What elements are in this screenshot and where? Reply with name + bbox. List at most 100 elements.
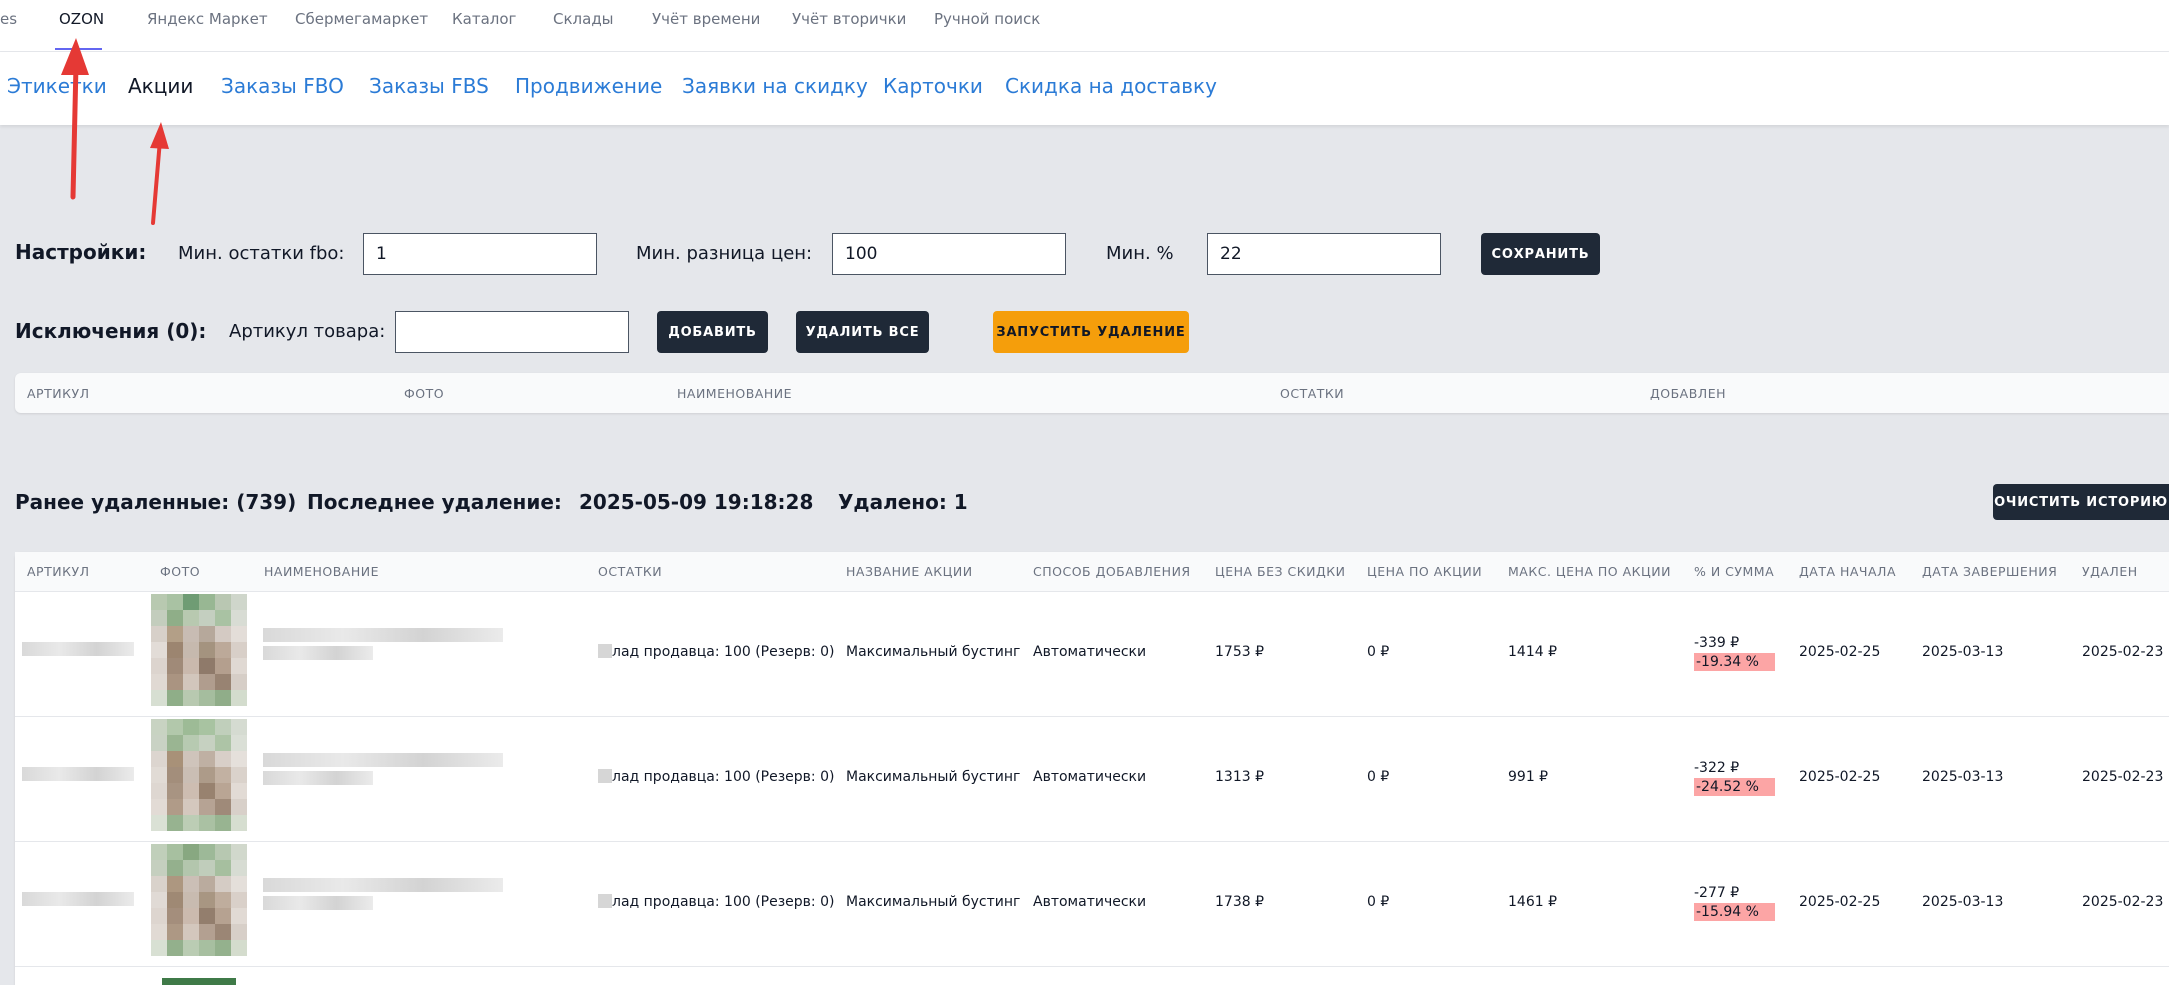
product-name-blurred — [263, 628, 503, 642]
removed-count: Удалено: 1 — [838, 490, 968, 514]
table-row: лад продавца: 100 (Резерв: 0) Максимальн… — [15, 842, 2169, 967]
end-date: 2025-03-13 — [1922, 769, 2004, 785]
stock-value: лад продавца: 100 (Резерв: 0) — [612, 894, 835, 910]
annotation-arrow-ozon — [61, 38, 89, 200]
col-added: ДОБАВЛЕН — [1650, 386, 1727, 401]
nav-item-yandex-market[interactable]: Яндекс Маркет — [147, 10, 268, 28]
history-table: АРТИКУЛ ФОТО НАИМЕНОВАНИЕ ОСТАТКИ НАЗВАН… — [15, 552, 2169, 985]
article-value-blurred — [22, 892, 134, 906]
end-date: 2025-03-13 — [1922, 894, 2004, 910]
add-button[interactable]: ДОБАВИТЬ — [657, 311, 768, 353]
product-photo — [151, 844, 247, 956]
last-delete-label: Последнее удаление: — [307, 490, 562, 514]
article-label: Артикул товара: — [229, 321, 386, 342]
product-name-blurred — [263, 896, 373, 910]
tab-discount-requests[interactable]: Заявки на скидку — [682, 74, 868, 98]
price: 1313 ₽ — [1215, 769, 1264, 785]
product-photo — [151, 594, 247, 706]
action-price: 0 ₽ — [1367, 644, 1390, 660]
nav-item-sbermegamarket[interactable]: Сбермегамаркет — [295, 10, 428, 28]
max-price: 1461 ₽ — [1508, 894, 1557, 910]
nav-item-warehouses[interactable]: Склады — [553, 10, 614, 28]
nav-item-partial[interactable]: es — [0, 10, 17, 28]
diff-sum: -322 ₽ — [1694, 760, 1740, 776]
col-max-price: МАКС. ЦЕНА ПО АКЦИИ — [1508, 564, 1671, 579]
diff-pct-badge: -19.34 % — [1694, 653, 1775, 671]
top-nav: es OZON Яндекс Маркет Сбермегамаркет Кат… — [0, 0, 2169, 52]
max-price: 991 ₽ — [1508, 769, 1549, 785]
pct-sum: -322 ₽ -24.52 % — [1694, 760, 1775, 796]
tab-delivery-discount[interactable]: Скидка на доставку — [1005, 74, 1217, 98]
col-add-method: СПОСОБ ДОБАВЛЕНИЯ — [1033, 564, 1191, 579]
run-delete-button[interactable]: ЗАПУСТИТЬ УДАЛЕНИЕ — [993, 311, 1189, 353]
product-photo — [151, 719, 247, 831]
price: 1738 ₽ — [1215, 894, 1264, 910]
sub-nav: Этикетки Акции Заказы FBO Заказы FBS Про… — [0, 52, 2169, 125]
product-name-blurred — [263, 753, 503, 767]
end-date: 2025-03-13 — [1922, 644, 2004, 660]
nav-item-time-tracking[interactable]: Учёт времени — [652, 10, 760, 28]
add-method: Автоматически — [1033, 894, 1147, 910]
nav-item-ozon[interactable]: OZON — [59, 10, 104, 28]
tab-cards[interactable]: Карточки — [883, 74, 983, 98]
last-delete-value: 2025-05-09 19:18:28 — [579, 490, 814, 514]
col-stock: ОСТАТКИ — [598, 564, 663, 579]
col-start-date: ДАТА НАЧАЛА — [1799, 564, 1896, 579]
diff-sum: -277 ₽ — [1694, 885, 1740, 901]
min-price-diff-input[interactable] — [832, 233, 1066, 275]
min-pct-label: Мин. % — [1106, 243, 1174, 264]
stock-value: лад продавца: 100 (Резерв: 0) — [612, 644, 835, 660]
clear-history-button[interactable]: ОЧИСТИТЬ ИСТОРИЮ — [1993, 484, 2169, 520]
tab-promotion[interactable]: Продвижение — [515, 74, 662, 98]
nav-item-catalog[interactable]: Каталог — [452, 10, 516, 28]
max-price: 1414 ₽ — [1508, 644, 1557, 660]
stock-icon — [598, 769, 612, 783]
col-photo: ФОТО — [160, 564, 201, 579]
pct-sum: -277 ₽ -15.94 % — [1694, 885, 1775, 921]
col-stock: ОСТАТКИ — [1280, 386, 1345, 401]
action-name: Максимальный бустинг — [846, 894, 1021, 910]
col-photo: ФОТО — [404, 386, 445, 401]
start-date: 2025-02-25 — [1799, 894, 1881, 910]
save-button[interactable]: СОХРАНИТЬ — [1481, 233, 1600, 275]
removed-date: 2025-02-23 — [2082, 769, 2164, 785]
annotation-arrow-promotions — [150, 122, 169, 225]
article-value-blurred — [22, 642, 134, 656]
table-row: лад продавца: 100 (Резерв: 0) Максимальн… — [15, 717, 2169, 842]
diff-pct-badge: -15.94 % — [1694, 903, 1775, 921]
nav-item-secondary-tracking[interactable]: Учёт вторички — [792, 10, 906, 28]
history-table-header: АРТИКУЛ ФОТО НАИМЕНОВАНИЕ ОСТАТКИ НАЗВАН… — [15, 552, 2169, 592]
min-price-diff-label: Мин. разница цен: — [636, 243, 813, 264]
tab-orders-fbs[interactable]: Заказы FBS — [369, 74, 489, 98]
tab-promotions[interactable]: Акции — [128, 74, 193, 98]
product-name-blurred — [263, 646, 373, 660]
col-action-name: НАЗВАНИЕ АКЦИИ — [846, 564, 973, 579]
delete-all-button[interactable]: УДАЛИТЬ ВСЕ — [796, 311, 929, 353]
min-stock-label: Мин. остатки fbo: — [178, 243, 345, 264]
stock-icon — [598, 644, 612, 658]
min-pct-input[interactable] — [1207, 233, 1441, 275]
stock-icon — [598, 894, 612, 908]
article-input[interactable] — [395, 311, 629, 353]
diff-pct-badge: -24.52 % — [1694, 778, 1775, 796]
start-date: 2025-02-25 — [1799, 644, 1881, 660]
stock-value: лад продавца: 100 (Резерв: 0) — [612, 769, 835, 785]
pct-sum: -339 ₽ -19.34 % — [1694, 635, 1775, 671]
col-end-date: ДАТА ЗАВЕРШЕНИЯ — [1922, 564, 2058, 579]
product-name-blurred — [263, 878, 503, 892]
col-name: НАИМЕНОВАНИЕ — [677, 386, 792, 401]
exclusions-table: АРТИКУЛ ФОТО НАИМЕНОВАНИЕ ОСТАТКИ ДОБАВЛ… — [15, 373, 2169, 413]
min-stock-input[interactable] — [363, 233, 597, 275]
add-method: Автоматически — [1033, 769, 1147, 785]
nav-item-manual-search[interactable]: Ручной поиск — [934, 10, 1040, 28]
col-removed: УДАЛЕН — [2082, 564, 2138, 579]
settings-title: Настройки: — [15, 240, 147, 264]
product-name-blurred — [263, 771, 373, 785]
tab-orders-fbo[interactable]: Заказы FBO — [221, 74, 344, 98]
product-photo-partial — [162, 978, 236, 985]
col-name: НАИМЕНОВАНИЕ — [264, 564, 379, 579]
deleted-count: Ранее удаленные: (739) — [15, 490, 297, 514]
col-article: АРТИКУЛ — [27, 564, 90, 579]
col-pct-sum: % И СУММА — [1694, 564, 1775, 579]
action-price: 0 ₽ — [1367, 894, 1390, 910]
